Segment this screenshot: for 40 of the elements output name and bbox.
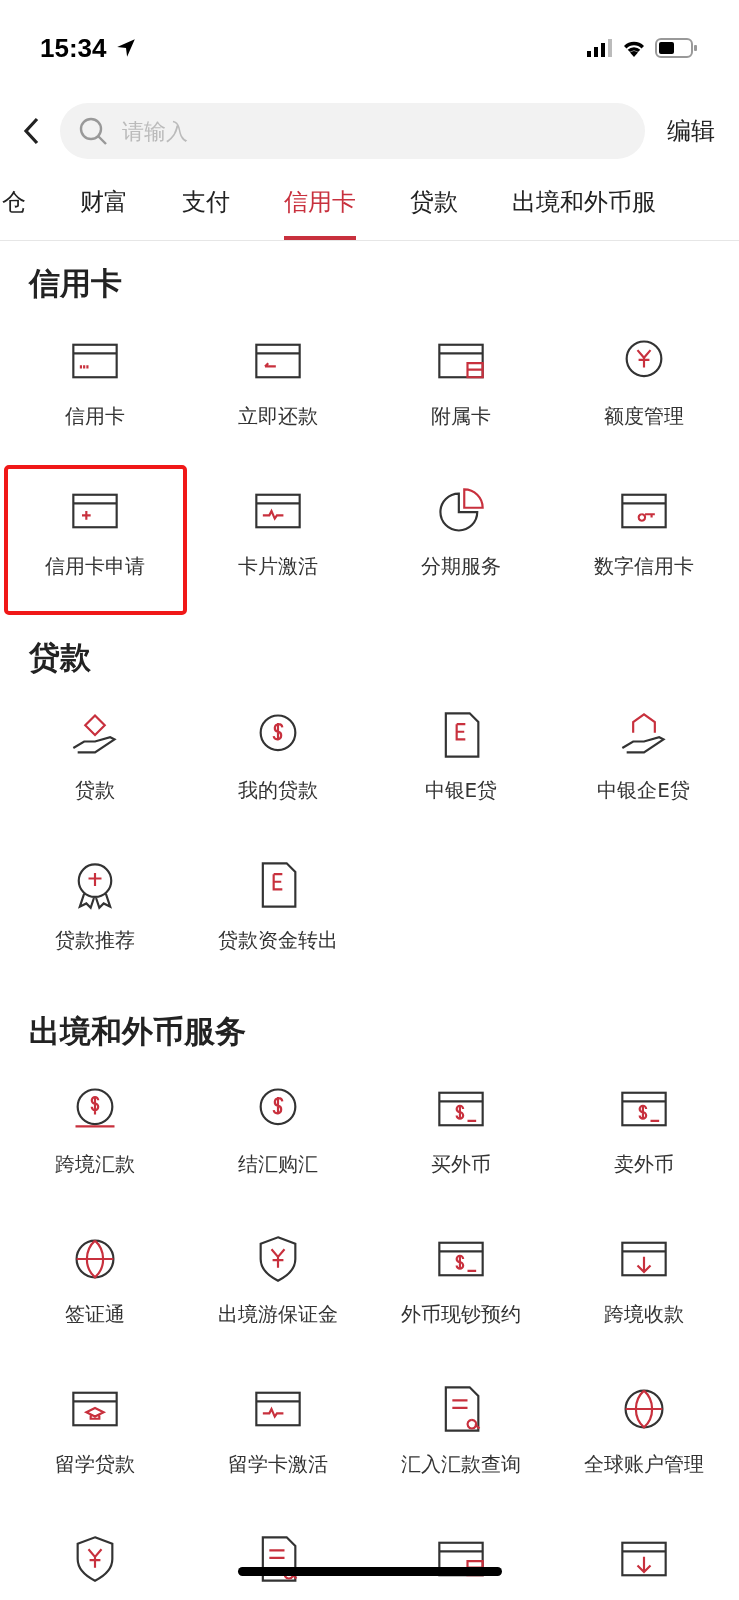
service-label[interactable]: 数字信用卡 bbox=[593, 553, 694, 580]
service-label[interactable]: 全球账户管理 bbox=[583, 1451, 704, 1478]
service-label[interactable]: 卖外币 bbox=[613, 1151, 674, 1178]
section-title: 贷款 bbox=[28, 638, 92, 677]
category-tab[interactable]: 贷款 bbox=[410, 168, 458, 240]
service-label[interactable]: 签证通 bbox=[65, 1301, 126, 1328]
edit-button[interactable]: 编辑 bbox=[663, 115, 719, 147]
service-label[interactable]: 我的贷款 bbox=[238, 777, 319, 804]
service-label[interactable]: 跨境汇款 bbox=[55, 1151, 136, 1178]
service-label[interactable]: 信用卡申请 bbox=[45, 553, 146, 580]
service-label[interactable]: 卡片激活 bbox=[238, 553, 319, 580]
service-label[interactable]: 结汇购汇 bbox=[238, 1151, 319, 1178]
service-label[interactable]: 中银E贷 bbox=[424, 777, 498, 804]
category-tab[interactable]: 信用卡 bbox=[284, 168, 356, 240]
service-label[interactable]: 贷款推荐 bbox=[55, 927, 136, 954]
service-label[interactable]: 留学贷款 bbox=[55, 1451, 136, 1478]
service-label[interactable]: 立即还款 bbox=[238, 403, 319, 430]
service-label[interactable]: 买外币 bbox=[430, 1151, 491, 1178]
category-tab[interactable]: 出境和外币服 bbox=[512, 168, 656, 240]
service-label[interactable]: 中银企E贷 bbox=[597, 777, 690, 804]
wifi-icon bbox=[622, 39, 646, 57]
service-label[interactable]: 外币现钞预约 bbox=[400, 1301, 521, 1328]
service-label[interactable]: 额度管理 bbox=[603, 403, 684, 430]
category-tab[interactable]: 财富 bbox=[80, 168, 128, 240]
service-label[interactable]: 贷款 bbox=[75, 777, 116, 804]
service-label[interactable]: 信用卡 bbox=[65, 403, 126, 430]
battery-icon bbox=[655, 38, 699, 58]
service-label[interactable]: 分期服务 bbox=[420, 553, 501, 580]
signal-icon bbox=[587, 39, 613, 57]
service-label[interactable]: 贷款资金转出 bbox=[218, 927, 339, 954]
service-label[interactable]: 跨境收款 bbox=[603, 1301, 684, 1328]
status-time: 15:34 bbox=[40, 32, 107, 64]
service-label[interactable]: 附属卡 bbox=[430, 403, 491, 430]
section-title: 出境和外币服务 bbox=[28, 1012, 247, 1051]
category-tab[interactable]: 支付 bbox=[182, 168, 230, 240]
service-label[interactable]: 汇入汇款查询 bbox=[400, 1451, 521, 1478]
service-label[interactable]: 出境游保证金 bbox=[218, 1301, 339, 1328]
service-label[interactable]: 留学卡激活 bbox=[228, 1451, 329, 1478]
category-tab[interactable]: 仓 bbox=[2, 168, 26, 240]
section-title: 信用卡 bbox=[27, 264, 123, 303]
